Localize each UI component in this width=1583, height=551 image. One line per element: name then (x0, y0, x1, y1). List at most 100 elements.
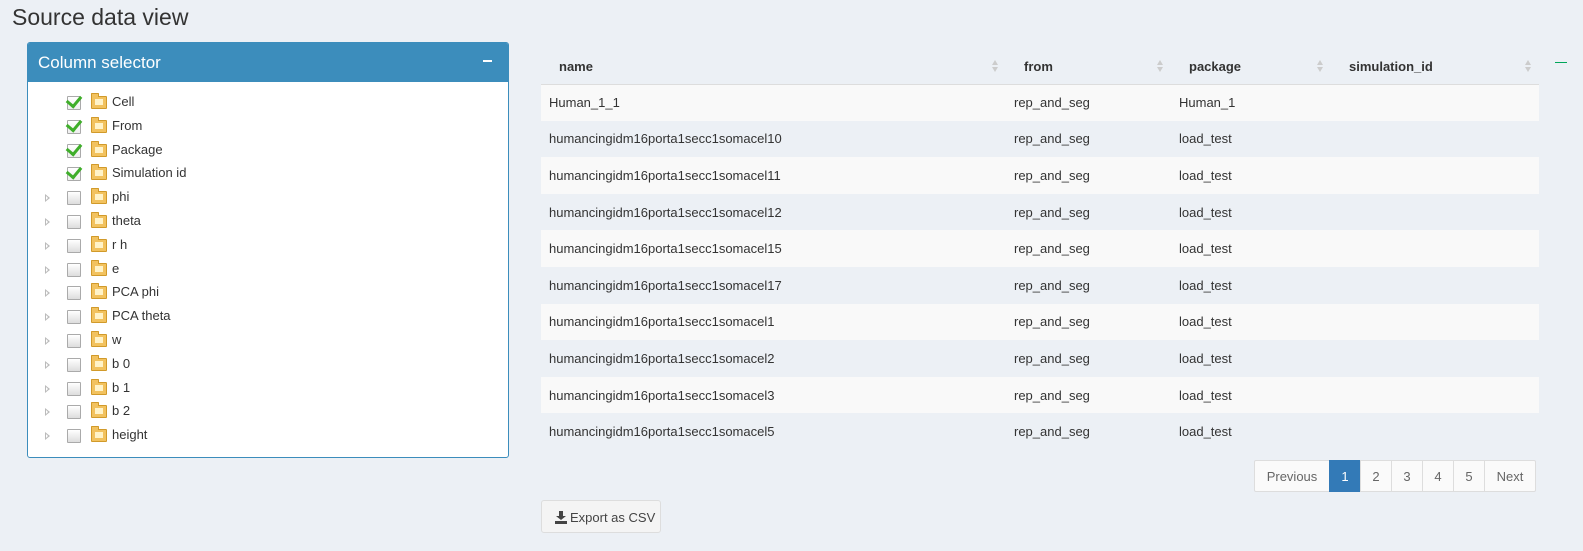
table-cell: load_test (1171, 376, 1331, 414)
table-body: Human_1_1 rep_and_seg Human_1 humancingidm1… (541, 84, 1539, 450)
expand-triangle-icon[interactable] (45, 265, 50, 274)
expand-triangle-icon[interactable] (45, 289, 50, 298)
tree-item-label[interactable]: b 1 (112, 380, 130, 395)
page-button-2[interactable]: 2 (1360, 460, 1392, 492)
tree-checkbox[interactable] (67, 333, 81, 348)
folder-icon (91, 93, 107, 109)
table-cell (1331, 230, 1539, 267)
table-row[interactable]: humancingidm16porta1secc1somacel10 rep_an… (541, 120, 1539, 158)
expand-triangle-icon[interactable] (45, 384, 50, 393)
collapse-minus-icon[interactable] (480, 51, 496, 71)
tree-item[interactable]: Simulation id (28, 162, 508, 188)
tree-item-label[interactable]: b 0 (112, 356, 130, 371)
previous-page-button[interactable]: Previous (1254, 460, 1330, 492)
tree-item[interactable]: phi (28, 188, 508, 212)
column-header-name[interactable]: name (541, 49, 1006, 85)
tree-item-label[interactable]: phi (112, 189, 129, 204)
table-cell: load_test (1171, 230, 1331, 267)
expand-triangle-icon[interactable] (45, 360, 50, 369)
tree-checkbox[interactable] (65, 139, 83, 158)
tree-item-label[interactable]: PCA phi (112, 284, 159, 299)
tree-checkbox[interactable] (67, 286, 81, 301)
tree-item[interactable]: height (28, 426, 508, 450)
tree-item[interactable]: Cell (28, 91, 508, 117)
tree-item-label[interactable]: theta (112, 213, 141, 228)
tree-item-label[interactable]: w (112, 332, 121, 347)
folder-icon (91, 354, 107, 371)
tree-item-label[interactable]: e (112, 261, 119, 276)
column-header-from[interactable]: from (1006, 49, 1171, 85)
table-cell: rep_and_seg (1006, 157, 1171, 194)
tree-checkbox[interactable] (67, 405, 81, 420)
page-button-1[interactable]: 1 (1329, 460, 1361, 492)
folder-icon (91, 307, 107, 324)
expand-triangle-icon[interactable] (45, 336, 50, 345)
table-row[interactable]: humancingidm16porta1secc1somacel1 rep_and… (541, 303, 1539, 341)
tree-checkbox[interactable] (67, 191, 81, 206)
tree-checkbox[interactable] (67, 214, 81, 229)
tree-item[interactable]: Package (28, 139, 508, 165)
tree-item[interactable]: b 2 (28, 402, 508, 426)
table-row[interactable]: humancingidm16porta1secc1somacel17 rep_an… (541, 266, 1539, 304)
expand-triangle-icon[interactable] (45, 313, 50, 322)
folder-icon (91, 211, 107, 228)
column-header-package[interactable]: package (1171, 49, 1331, 85)
table-row[interactable]: humancingidm16porta1secc1somacel15 rep_an… (541, 230, 1539, 267)
tree-checkbox[interactable] (67, 238, 81, 253)
table-row[interactable]: Human_1_1 rep_and_seg Human_1 (541, 84, 1539, 121)
page-button-5[interactable]: 5 (1453, 460, 1485, 492)
tree-checkbox[interactable] (67, 429, 81, 444)
page-title: Source data view (12, 4, 189, 30)
expand-triangle-icon[interactable] (45, 194, 50, 203)
table-cell: load_test (1171, 303, 1331, 341)
column-header-simulation-id[interactable]: simulation_id (1331, 49, 1539, 85)
table-row[interactable]: humancingidm16porta1secc1somacel5 rep_and… (541, 413, 1539, 450)
next-page-button[interactable]: Next (1484, 460, 1536, 492)
tree-item[interactable]: w (28, 330, 508, 355)
tree-item-label[interactable]: PCA theta (112, 308, 171, 323)
tree-checkbox[interactable] (67, 381, 81, 396)
expand-triangle-icon[interactable] (45, 408, 50, 417)
tree-checkbox[interactable] (65, 162, 83, 182)
tree-item[interactable]: PCA phi (28, 283, 508, 307)
table-row[interactable]: humancingidm16porta1secc1somacel3 rep_and… (541, 376, 1539, 414)
table-row[interactable]: humancingidm16porta1secc1somacel12 rep_an… (541, 193, 1539, 231)
tree-item[interactable]: e (28, 259, 508, 284)
tree-item-label[interactable]: From (112, 118, 142, 133)
table-cell: rep_and_seg (1006, 376, 1171, 414)
table-row[interactable]: humancingidm16porta1secc1somacel11 rep_an… (541, 157, 1539, 194)
table-cell: load_test (1171, 193, 1331, 231)
tree-item[interactable]: PCA theta (28, 307, 508, 331)
page-button-4[interactable]: 4 (1422, 460, 1454, 492)
column-header-label: simulation_id (1349, 58, 1433, 74)
expand-triangle-icon[interactable] (45, 241, 50, 250)
tree-checkbox[interactable] (65, 91, 83, 110)
export-csv-button[interactable]: Export as CSV (541, 500, 661, 533)
tree-item[interactable]: b 0 (28, 354, 508, 379)
table-cell: Human_1 (1171, 84, 1331, 121)
page-button-3[interactable]: 3 (1391, 460, 1423, 492)
table-cell: load_test (1171, 413, 1331, 450)
tree-item-label[interactable]: height (112, 427, 147, 442)
tree-item-label[interactable]: Simulation id (112, 165, 186, 180)
tree-checkbox[interactable] (67, 357, 81, 372)
tree-item-label[interactable]: Package (112, 142, 163, 157)
tree-checkbox[interactable] (67, 262, 81, 277)
tree-item[interactable]: r h (28, 235, 508, 260)
table-row[interactable]: humancingidm16porta1secc1somacel2 rep_and… (541, 340, 1539, 377)
tree-item-label[interactable]: Cell (112, 94, 134, 109)
table-cell: humancingidm16porta1secc1somacel12 (541, 193, 1006, 231)
tree-checkbox[interactable] (65, 115, 83, 134)
tree-item-label[interactable]: r h (112, 237, 127, 252)
table-cell: humancingidm16porta1secc1somacel5 (541, 413, 1006, 450)
expand-triangle-icon[interactable] (45, 217, 50, 226)
expand-triangle-icon[interactable] (45, 432, 50, 441)
checkmark-icon (65, 162, 83, 180)
table-cell (1331, 266, 1539, 304)
tree-item-label[interactable]: b 2 (112, 403, 130, 418)
tree-checkbox[interactable] (67, 310, 81, 325)
tree-item[interactable]: b 1 (28, 378, 508, 403)
table-header-row: name from package simulation_id (541, 49, 1539, 85)
tree-item[interactable]: theta (28, 211, 508, 236)
tree-item[interactable]: From (28, 115, 508, 141)
